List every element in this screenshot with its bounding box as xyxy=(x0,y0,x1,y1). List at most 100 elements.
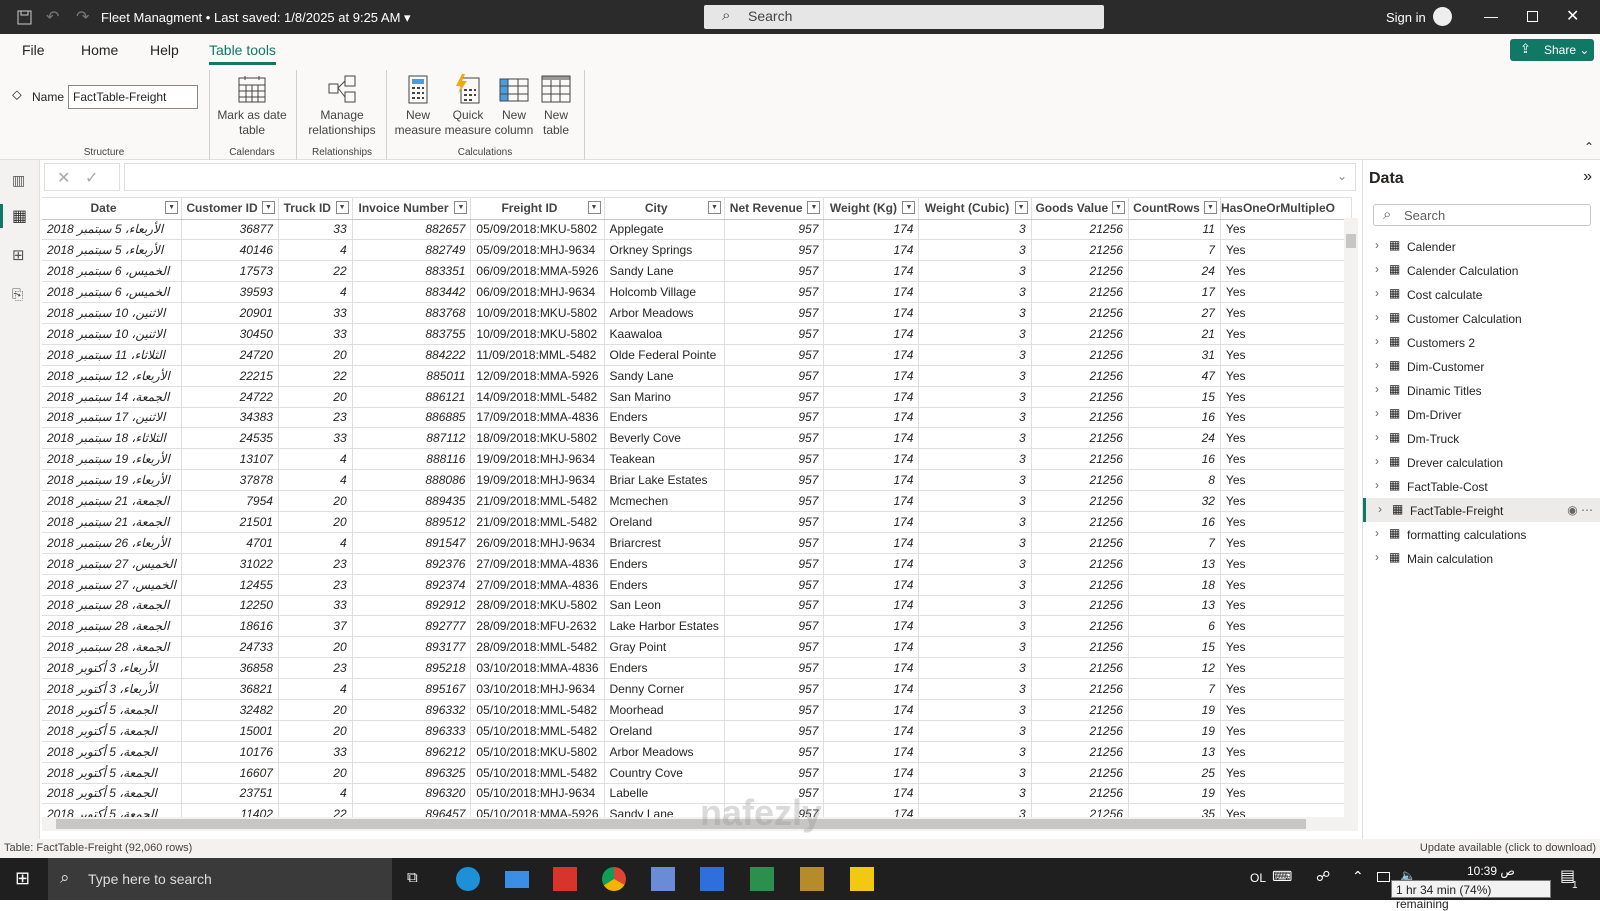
table-cell[interactable]: Yes xyxy=(1220,260,1352,283)
table-cell[interactable]: 28/09/2018:MML-5482 xyxy=(470,636,605,659)
table-cell[interactable]: 889435 xyxy=(352,490,472,512)
table-cell[interactable]: 21256 xyxy=(1031,803,1129,817)
table-cell[interactable]: 3 xyxy=(918,386,1032,408)
table-cell[interactable]: Briar Lake Estates xyxy=(604,469,725,492)
table-cell[interactable]: 4701 xyxy=(181,532,279,554)
table-cell[interactable]: Yes xyxy=(1220,281,1352,304)
table-cell[interactable]: 23 xyxy=(278,553,353,575)
table-cell[interactable]: 36858 xyxy=(181,657,279,680)
table-cell[interactable]: 174 xyxy=(823,783,920,805)
table-cell[interactable]: 21256 xyxy=(1031,762,1129,784)
table-cell[interactable]: 957 xyxy=(724,741,825,763)
table-cell[interactable]: 12455 xyxy=(181,574,279,596)
table-cell[interactable]: Yes xyxy=(1220,344,1352,366)
table-cell[interactable]: Sandy Lane xyxy=(604,365,725,387)
table-cell[interactable]: 16607 xyxy=(181,762,279,784)
chevron-right-icon[interactable]: › xyxy=(1375,526,1379,540)
table-cell[interactable]: San Marino xyxy=(604,386,725,408)
table-cell[interactable]: 957 xyxy=(724,720,825,742)
app-icon[interactable] xyxy=(800,867,824,891)
table-cell[interactable]: 21256 xyxy=(1031,365,1129,387)
table-cell[interactable]: الأربعاء، 3 أكتوبر 2018 xyxy=(42,678,183,700)
language-indicator[interactable]: OL xyxy=(1250,871,1266,885)
chevron-right-icon[interactable]: › xyxy=(1375,262,1379,276)
table-cell[interactable]: الجمعة، 28 سبتمبر 2018 xyxy=(42,595,183,617)
battery-icon[interactable] xyxy=(1377,872,1390,882)
formula-input[interactable]: ⌄ xyxy=(124,163,1356,191)
document-title[interactable]: Fleet Managment • Last saved: 1/8/2025 a… xyxy=(101,10,411,26)
table-cell[interactable]: 06/09/2018:MHJ-9634 xyxy=(470,281,605,304)
table-cell[interactable]: 892374 xyxy=(352,574,472,596)
table-cell[interactable]: 31 xyxy=(1128,344,1221,366)
table-cell[interactable]: الاثنين، 10 سبتمبر 2018 xyxy=(42,323,183,345)
table-cell[interactable]: Yes xyxy=(1220,386,1352,408)
column-header[interactable]: CountRows ▼ xyxy=(1128,198,1221,220)
table-cell[interactable]: 20 xyxy=(278,699,353,721)
table-cell[interactable]: 174 xyxy=(823,427,920,450)
table-cell[interactable]: 35 xyxy=(1128,803,1221,817)
minimize-button[interactable]: — xyxy=(1484,8,1498,24)
table-cell[interactable]: 32482 xyxy=(181,699,279,721)
table-cell[interactable]: 21256 xyxy=(1031,553,1129,575)
table-cell[interactable]: 21256 xyxy=(1031,490,1129,512)
table-cell[interactable]: 21256 xyxy=(1031,511,1129,533)
data-pane-table-item[interactable]: › ▦ Drever calculation xyxy=(1363,450,1600,474)
table-cell[interactable]: 34383 xyxy=(181,407,279,429)
new-measure-button[interactable]: New measure xyxy=(392,74,444,138)
table-cell[interactable]: 4 xyxy=(278,783,353,805)
collapse-pane-icon[interactable]: » xyxy=(1583,168,1592,186)
table-cell[interactable]: Olde Federal Pointe xyxy=(604,344,725,366)
table-cell[interactable]: 7 xyxy=(1128,678,1221,700)
table-cell[interactable]: 892376 xyxy=(352,553,472,575)
keyboard-icon[interactable]: ⌨ xyxy=(1272,868,1292,885)
table-cell[interactable]: 174 xyxy=(823,469,920,492)
table-cell[interactable]: 896332 xyxy=(352,699,472,721)
table-cell[interactable]: 957 xyxy=(724,657,825,680)
table-cell[interactable]: 16 xyxy=(1128,448,1221,471)
table-cell[interactable]: الجمعة، 5 أكتوبر 2018 xyxy=(42,699,183,721)
table-cell[interactable]: 895218 xyxy=(352,657,472,680)
table-cell[interactable]: 3 xyxy=(918,365,1032,387)
table-cell[interactable]: 05/09/2018:MKU-5802 xyxy=(470,219,605,241)
table-cell[interactable]: 05/10/2018:MHJ-9634 xyxy=(470,783,605,805)
table-cell[interactable]: 05/10/2018:MMA-5926 xyxy=(470,803,605,817)
table-cell[interactable]: 21 xyxy=(1128,323,1221,345)
data-pane-table-item[interactable]: › ▦ Calender Calculation xyxy=(1363,258,1600,282)
table-cell[interactable]: 19/09/2018:MHJ-9634 xyxy=(470,448,605,471)
table-cell[interactable]: 21501 xyxy=(181,511,279,533)
table-cell[interactable]: 957 xyxy=(724,407,825,429)
table-cell[interactable]: Beverly Cove xyxy=(604,427,725,450)
table-cell[interactable]: 21256 xyxy=(1031,323,1129,345)
table-cell[interactable]: 3 xyxy=(918,762,1032,784)
table-cell[interactable]: 10/09/2018:MKU-5802 xyxy=(470,323,605,345)
table-cell[interactable]: Yes xyxy=(1220,532,1352,554)
data-pane-table-item[interactable]: › ▦ Dim-Customer xyxy=(1363,354,1600,378)
table-cell[interactable]: 26/09/2018:MHJ-9634 xyxy=(470,532,605,554)
data-pane-table-item[interactable]: › ▦ Dm-Driver xyxy=(1363,402,1600,426)
table-cell[interactable]: 174 xyxy=(823,365,920,387)
table-cell[interactable]: 33 xyxy=(278,219,353,241)
table-cell[interactable]: 19 xyxy=(1128,720,1221,742)
table-cell[interactable]: 174 xyxy=(823,595,920,617)
table-view-icon[interactable]: ▦ xyxy=(12,206,27,226)
table-cell[interactable]: 20 xyxy=(278,762,353,784)
chevron-right-icon[interactable]: › xyxy=(1375,478,1379,492)
table-cell[interactable]: الاثنين، 17 سبتمبر 2018 xyxy=(42,407,183,429)
table-cell[interactable]: الجمعة، 5 أكتوبر 2018 xyxy=(42,741,183,763)
table-cell[interactable]: 174 xyxy=(823,260,920,283)
table-cell[interactable]: 4 xyxy=(278,448,353,471)
table-cell[interactable]: 13 xyxy=(1128,741,1221,763)
table-cell[interactable]: 33 xyxy=(278,427,353,450)
filter-dropdown-icon[interactable]: ▼ xyxy=(707,201,721,214)
data-pane-table-item[interactable]: › ▦ formatting calculations xyxy=(1363,522,1600,546)
update-available-link[interactable]: Update available (click to download) xyxy=(1420,842,1596,854)
table-cell[interactable]: 896457 xyxy=(352,803,472,817)
table-cell[interactable]: 21256 xyxy=(1031,386,1129,408)
table-cell[interactable]: 23 xyxy=(278,407,353,429)
table-cell[interactable]: 05/10/2018:MKU-5802 xyxy=(470,741,605,763)
avatar-icon[interactable] xyxy=(1433,7,1452,26)
table-cell[interactable]: 7 xyxy=(1128,239,1221,262)
table-cell[interactable]: 957 xyxy=(724,574,825,596)
table-cell[interactable]: 23 xyxy=(278,657,353,680)
table-cell[interactable]: Oreland xyxy=(604,511,725,533)
